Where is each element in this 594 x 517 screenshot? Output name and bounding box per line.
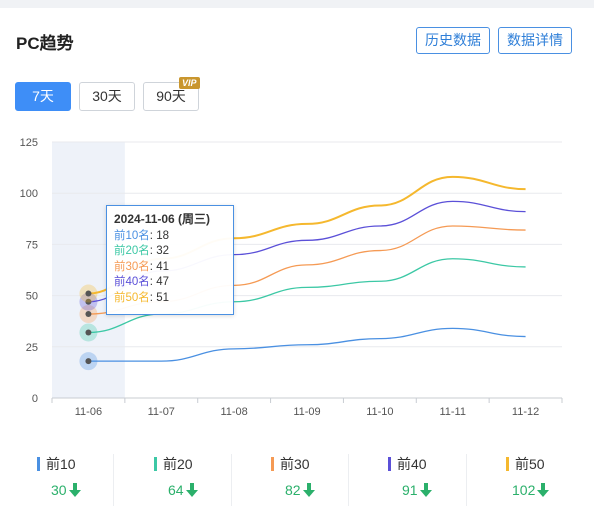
legend-label-text: 前10: [46, 456, 76, 472]
hover-point: [85, 290, 92, 297]
legend-value-top40: 91: [402, 482, 432, 500]
range-7-days-button[interactable]: 7天: [15, 82, 71, 111]
y-tick-label: 0: [32, 393, 38, 405]
legend-color-bar: [506, 457, 509, 471]
tooltip-row-top20: 前20名: 32: [114, 245, 169, 257]
legend-label-top30: 前30: [271, 454, 310, 474]
series-line-1: [88, 327, 526, 362]
trend-down-icon: [68, 483, 81, 500]
tooltip-label: 前30名: [114, 260, 150, 273]
legend-value-text: 102: [512, 482, 536, 498]
trend-down-icon: [537, 483, 550, 500]
legend-label-text: 前50: [515, 456, 545, 472]
tooltip-value: 32: [156, 245, 169, 257]
legend-summary: 前10 30 前20 64 前30 82 前40 91 前50 102: [0, 446, 594, 506]
tooltip-label: 前40名: [114, 276, 150, 288]
legend-value-text: 91: [402, 482, 418, 498]
tooltip-label: 前10名: [114, 229, 150, 242]
tooltip-value: 41: [156, 260, 169, 273]
hover-point: [85, 329, 92, 336]
legend-divider: [231, 454, 232, 506]
trend-chart[interactable]: 0 25 50 75 100 125 11-06 11-07 11-08 11-09 11-10 11…: [0, 128, 594, 428]
legend-color-bar: [37, 457, 40, 471]
x-tick-label: 11-11: [439, 406, 466, 418]
legend-color-bar: [154, 457, 157, 471]
legend-color-bar: [388, 457, 391, 471]
tooltip-row-top30: 前30名: 41: [114, 260, 169, 273]
x-tick-label: 11-07: [148, 406, 175, 418]
tooltip-value: 47: [156, 276, 169, 288]
legend-value-text: 82: [285, 482, 301, 498]
tooltip-label: 前20名: [114, 245, 150, 257]
legend-divider: [466, 454, 467, 506]
legend-label-top20: 前20: [154, 454, 193, 474]
x-tick-label: 11-10: [366, 406, 393, 418]
legend-divider: [113, 454, 114, 506]
legend-color-bar: [271, 457, 274, 471]
page-title: PC趋势: [16, 34, 74, 53]
y-tick-label: 50: [26, 291, 38, 303]
y-tick-label: 25: [26, 342, 38, 354]
legend-value-top50: 102: [512, 482, 550, 500]
y-tick-label: 100: [20, 188, 38, 200]
history-data-button[interactable]: 历史数据: [416, 27, 490, 54]
legend-value-top30: 82: [285, 482, 315, 500]
legend-label-top50: 前50: [506, 454, 545, 474]
trend-down-icon: [419, 483, 432, 500]
top-strip: [0, 0, 594, 8]
hover-point: [85, 358, 92, 365]
tooltip-row-top50: 前50名: 51: [114, 291, 169, 304]
legend-label-text: 前30: [280, 456, 310, 472]
legend-label-top10: 前10: [37, 454, 76, 474]
legend-label-text: 前40: [397, 456, 427, 472]
legend-divider: [348, 454, 349, 506]
x-tick-label: 11-12: [512, 406, 539, 418]
x-tick-label: 11-06: [75, 406, 102, 418]
tooltip-title: 2024-11-06 (周三): [114, 212, 211, 226]
legend-label-text: 前20: [163, 456, 193, 472]
chart-tooltip: 2024-11-06 (周三) 前10名: 18 前20名: 32 前30名: …: [106, 205, 234, 315]
y-tick-label: 75: [26, 239, 38, 251]
trend-down-icon: [302, 483, 315, 500]
tooltip-row-top10: 前10名: 18: [114, 229, 169, 242]
tooltip-value: 18: [156, 229, 169, 242]
legend-value-text: 30: [51, 482, 67, 498]
tooltip-label: 前50名: [114, 291, 150, 304]
x-tick-label: 11-09: [293, 406, 320, 418]
hover-point: [85, 311, 92, 318]
x-tick-label: 11-08: [220, 406, 247, 418]
legend-value-top20: 64: [168, 482, 198, 500]
vip-badge: VIP: [179, 77, 200, 89]
legend-value-top10: 30: [51, 482, 81, 500]
tooltip-row-top40: 前40名: 47: [114, 276, 169, 288]
trend-chart-svg: 0 25 50 75 100 125 11-06 11-07 11-08 11-09 11-10 11…: [20, 137, 563, 418]
range-30-days-button[interactable]: 30天: [79, 82, 135, 111]
data-detail-button[interactable]: 数据详情: [498, 27, 572, 54]
legend-value-text: 64: [168, 482, 184, 498]
trend-down-icon: [185, 483, 198, 500]
tooltip-value: 51: [156, 291, 169, 304]
legend-label-top40: 前40: [388, 454, 427, 474]
y-tick-label: 125: [20, 137, 38, 149]
